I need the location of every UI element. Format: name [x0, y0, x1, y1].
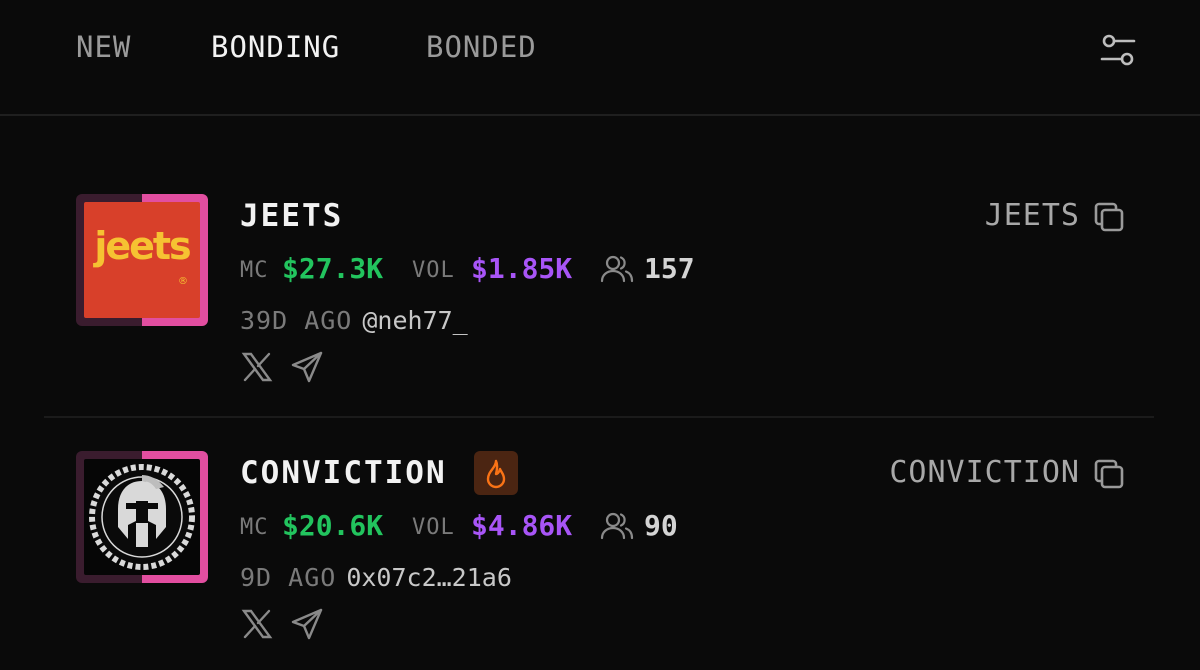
jeets-logo: jeets ® — [84, 202, 200, 318]
fire-icon — [486, 459, 506, 489]
token-avatar: jeets ® — [76, 194, 208, 326]
token-meta: 9D AGO 0x07c2…21a6 — [240, 563, 512, 592]
vol-value: $4.86K — [471, 509, 573, 542]
creator-link[interactable]: 0x07c2…21a6 — [346, 563, 512, 592]
holders-count: 157 — [644, 252, 695, 285]
mc-label: MC — [240, 258, 269, 283]
mc-label: MC — [240, 515, 269, 540]
vol-label: VOL — [412, 515, 455, 540]
copy-icon[interactable] — [1092, 457, 1126, 491]
token-card-conviction[interactable]: CONVICTION MC $20.6K VOL $4.86K 90 9D AG… — [0, 417, 1200, 670]
logo-mark: ® — [178, 276, 188, 287]
tab-new[interactable]: NEW — [76, 30, 131, 64]
spartan-helmet-logo — [84, 459, 200, 575]
created-ago: 9D AGO — [240, 563, 337, 592]
mc-value: $20.6K — [282, 509, 384, 542]
hot-badge — [474, 451, 518, 495]
holders-count: 90 — [644, 509, 678, 542]
token-meta: 39D AGO @neh77_ — [240, 306, 468, 335]
copy-icon[interactable] — [1092, 200, 1126, 234]
mc-value: $27.3K — [282, 252, 384, 285]
tab-bonded[interactable]: BONDED — [426, 30, 537, 64]
users-icon — [600, 255, 634, 283]
x-icon[interactable] — [240, 607, 274, 641]
logo-text: jeets — [94, 224, 191, 268]
tab-bar: NEW BONDING BONDED — [0, 0, 1200, 116]
tab-bonding[interactable]: BONDING — [211, 30, 340, 64]
ticker: JEETS — [984, 198, 1080, 233]
sliders-icon — [1100, 34, 1136, 66]
created-ago: 39D AGO — [240, 306, 353, 335]
telegram-icon[interactable] — [290, 350, 324, 384]
creator-link[interactable]: @neh77_ — [362, 306, 467, 335]
token-name: JEETS — [240, 198, 344, 234]
telegram-icon[interactable] — [290, 607, 324, 641]
users-icon — [600, 512, 634, 540]
filter-button[interactable] — [1098, 30, 1138, 70]
token-avatar — [76, 451, 208, 583]
token-name: CONVICTION — [240, 455, 447, 491]
vol-label: VOL — [412, 258, 455, 283]
token-card-jeets[interactable]: jeets ® JEETS MC $27.3K VOL $1.85K 157 3… — [0, 160, 1200, 416]
vol-value: $1.85K — [471, 252, 573, 285]
ticker: CONVICTION — [889, 455, 1080, 490]
x-icon[interactable] — [240, 350, 274, 384]
